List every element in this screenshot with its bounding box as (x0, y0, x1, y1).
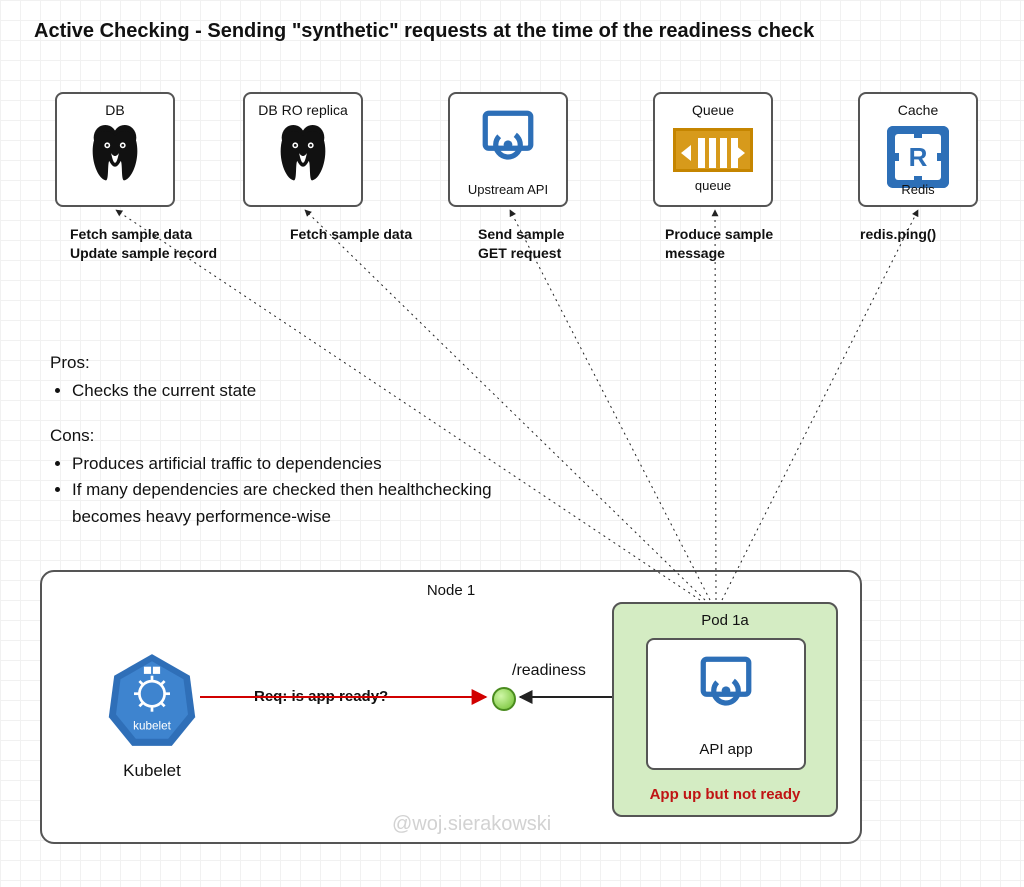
diagram-title: Active Checking - Sending "synthetic" re… (34, 20, 814, 43)
app-box: API app (646, 638, 806, 770)
kubelet-label: Kubelet (107, 761, 197, 781)
node-box: Node 1 kubelet Ku (40, 570, 862, 844)
conn-label-db-ro: Fetch sample data (290, 225, 470, 244)
dep-card-db-ro: DB RO replica (243, 92, 363, 207)
readiness-path-label: /readiness (512, 662, 586, 680)
kubelet-block: kubelet Kubelet (107, 650, 197, 781)
dep-card-db: DB (55, 92, 175, 207)
dep-label: Cache (860, 102, 976, 118)
conn-label-upstream: Send sampleGET request (478, 225, 658, 263)
conn-label-cache: redis.ping() (860, 225, 1024, 244)
postgresql-icon (272, 124, 334, 189)
kubelet-icon: kubelet (107, 737, 197, 754)
cons-item: If many dependencies are checked then he… (72, 477, 550, 530)
readiness-endpoint-dot (492, 687, 516, 711)
dep-card-cache: Cache R Redis (858, 92, 978, 207)
node-title: Node 1 (42, 582, 860, 599)
queue-icon (673, 128, 753, 172)
cons-heading: Cons: (50, 423, 550, 449)
svg-text:kubelet: kubelet (133, 720, 171, 733)
dep-label: Queue (655, 102, 771, 118)
watermark: @woj.sierakowski (392, 813, 551, 836)
redis-icon: R (887, 126, 949, 188)
pod-title: Pod 1a (614, 612, 836, 629)
pros-cons-panel: Pros: Checks the current state Cons: Pro… (50, 350, 550, 548)
cons-list: Produces artificial traffic to dependenc… (50, 451, 550, 530)
dep-label: DB (57, 102, 173, 118)
conn-label-db: Fetch sample dataUpdate sample record (70, 225, 250, 263)
dep-card-upstream-api: Upstream API (448, 92, 568, 207)
api-service-icon (698, 654, 754, 715)
dep-sublabel: Redis (860, 182, 976, 197)
dep-card-queue: Queue queue (653, 92, 773, 207)
pros-list: Checks the current state (50, 378, 550, 404)
request-label: Req: is app ready? (254, 688, 388, 705)
postgresql-icon (84, 124, 146, 189)
dep-sublabel: queue (655, 178, 771, 193)
api-service-icon (480, 108, 536, 167)
dep-label: DB RO replica (245, 102, 361, 118)
cons-item: Produces artificial traffic to dependenc… (72, 451, 550, 477)
pros-item: Checks the current state (72, 378, 550, 404)
app-status: App up but not ready (614, 786, 836, 803)
pod-box: Pod 1a API app App up but not ready (612, 602, 838, 817)
app-label: API app (648, 741, 804, 758)
pros-heading: Pros: (50, 350, 550, 376)
dep-sublabel: Upstream API (450, 182, 566, 197)
conn-label-queue: Produce samplemessage (665, 225, 845, 263)
